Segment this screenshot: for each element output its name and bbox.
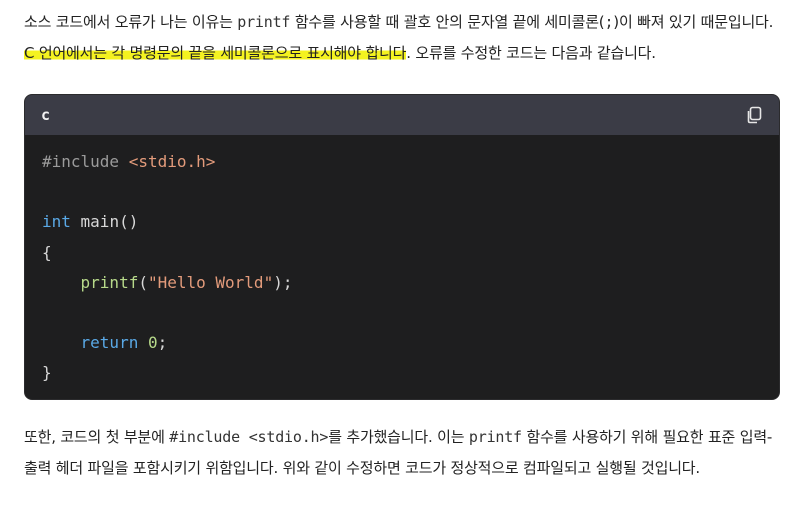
code-line-7: return 0; xyxy=(42,328,762,358)
code-line-3: int main() xyxy=(42,207,762,237)
text-segment: 를 추가했습니다. 이는 xyxy=(328,428,469,446)
code-block-header: c xyxy=(25,95,779,135)
token-semicolon: ; xyxy=(157,333,168,353)
token-function: printf xyxy=(80,272,139,292)
inline-code-printf: printf xyxy=(237,13,291,31)
token-paren: ( xyxy=(138,272,148,292)
code-language-label: c xyxy=(41,106,51,124)
code-line-1: #include <stdio.h> xyxy=(42,147,762,177)
token-paren: ); xyxy=(273,272,293,292)
code-line-5: printf("Hello World"); xyxy=(42,268,762,298)
explanation-paragraph: 소스 코드에서 오류가 나는 이유는 printf 함수를 사용할 때 괄호 안… xyxy=(24,7,784,69)
followup-paragraph: 또한, 코드의 첫 부분에 #include <stdio.h>를 추가했습니다… xyxy=(24,422,784,484)
code-line-8: } xyxy=(42,358,762,388)
token-string: "Hello World" xyxy=(147,272,274,292)
token-brace: } xyxy=(42,363,52,383)
copy-icon xyxy=(747,106,762,124)
token-header: <stdio.h> xyxy=(128,152,216,171)
text-segment: 또한, 코드의 첫 부분에 xyxy=(24,428,170,446)
copy-code-button[interactable] xyxy=(743,104,765,126)
code-block: c #include <stdio.h> int main() { printf("… xyxy=(24,94,780,400)
inline-code-printf: printf xyxy=(468,428,522,446)
text-segment: )이 빠져 있기 때문입니다. xyxy=(613,13,774,31)
text-segment: . 오류를 수정한 코드는 다음과 같습니다. xyxy=(406,44,656,62)
token-keyword: return xyxy=(80,333,139,353)
inline-code-semicolon: ; xyxy=(604,13,614,31)
token-plain: main() xyxy=(70,212,139,232)
highlighted-text: C 언어에서는 각 명령문의 끝을 세미콜론으로 표시해야 합니다 xyxy=(24,44,407,62)
inline-code-include: #include <stdio.h> xyxy=(169,428,329,446)
token-preprocessor: #include xyxy=(42,152,129,171)
code-content[interactable]: #include <stdio.h> int main() { printf("He… xyxy=(25,135,779,389)
token-brace: { xyxy=(42,242,52,262)
token-keyword: int xyxy=(42,212,71,232)
code-line-4: { xyxy=(42,238,762,268)
text-segment: 소스 코드에서 오류가 나는 이유는 xyxy=(24,13,238,31)
token-number: 0 xyxy=(147,333,158,353)
text-segment: 함수를 사용할 때 괄호 안의 문자열 끝에 세미콜론( xyxy=(290,13,605,31)
